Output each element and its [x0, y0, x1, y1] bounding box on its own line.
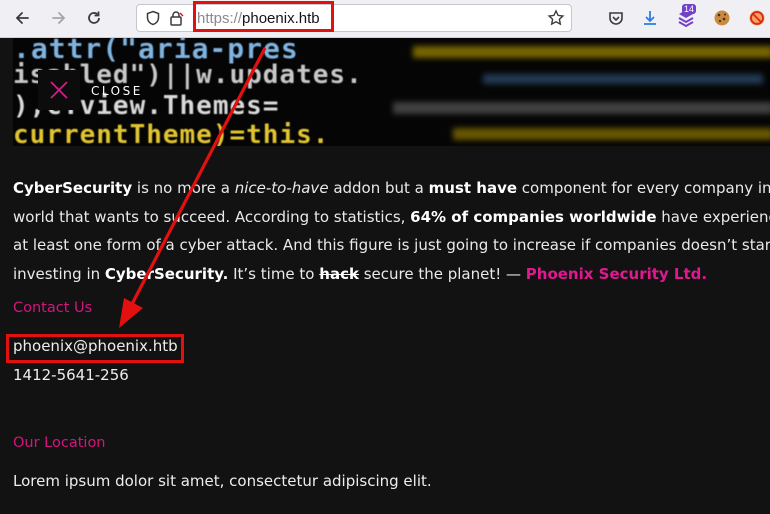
annotation-arrow [119, 47, 267, 328]
